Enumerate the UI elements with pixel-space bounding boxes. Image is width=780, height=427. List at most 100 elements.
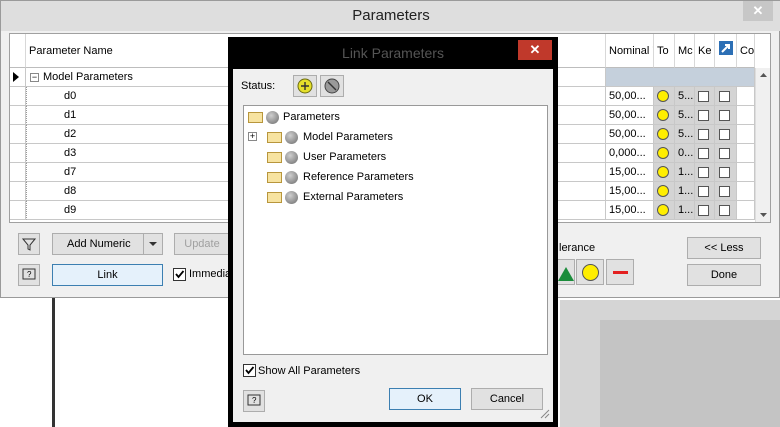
- nominal-value-cell[interactable]: 15,00...: [606, 163, 654, 182]
- column-header-key[interactable]: Ke: [695, 34, 715, 68]
- comment-cell[interactable]: [737, 125, 755, 144]
- key-cell[interactable]: [695, 201, 715, 220]
- parameters-close-button[interactable]: ✕: [743, 1, 773, 21]
- comment-cell[interactable]: [737, 144, 755, 163]
- column-header-tolerance[interactable]: To: [654, 34, 675, 68]
- comment-cell[interactable]: [737, 163, 755, 182]
- update-button[interactable]: Update: [174, 233, 230, 255]
- comment-cell[interactable]: [737, 201, 755, 220]
- help-button[interactable]: ?: [18, 264, 40, 286]
- tolerance-cell[interactable]: [654, 182, 675, 201]
- key-checkbox[interactable]: [698, 110, 709, 121]
- row-selector[interactable]: [10, 163, 26, 182]
- tolerance-lower-button[interactable]: [606, 259, 634, 285]
- collapse-icon[interactable]: −: [30, 73, 39, 82]
- less-button[interactable]: << Less: [687, 237, 761, 259]
- link-button[interactable]: Link: [52, 264, 163, 286]
- comment-cell[interactable]: [737, 182, 755, 201]
- export-checkbox[interactable]: [719, 148, 730, 159]
- export-cell[interactable]: [715, 125, 737, 144]
- nominal-value-cell[interactable]: 50,00...: [606, 87, 654, 106]
- export-checkbox[interactable]: [719, 110, 730, 121]
- key-cell[interactable]: [695, 125, 715, 144]
- filter-button[interactable]: [18, 233, 40, 255]
- comment-cell[interactable]: [737, 87, 755, 106]
- show-all-parameters-checkbox[interactable]: [243, 364, 256, 377]
- nominal-value-cell[interactable]: 0,000...: [606, 144, 654, 163]
- tolerance-cell[interactable]: [654, 144, 675, 163]
- folder-icon: [267, 172, 282, 183]
- export-checkbox[interactable]: [719, 167, 730, 178]
- nominal-value-cell[interactable]: 15,00...: [606, 182, 654, 201]
- expand-icon[interactable]: +: [248, 132, 257, 141]
- parameters-tree[interactable]: Parameters + Model Parameters User Param…: [243, 105, 548, 355]
- column-header-model-value[interactable]: Mc: [675, 34, 695, 68]
- row-selector[interactable]: [10, 201, 26, 220]
- key-checkbox[interactable]: [698, 167, 709, 178]
- scroll-down-icon[interactable]: [756, 210, 771, 220]
- cancel-button[interactable]: Cancel: [471, 388, 543, 410]
- export-cell[interactable]: [715, 201, 737, 220]
- export-checkbox[interactable]: [719, 205, 730, 216]
- chevron-down-icon[interactable]: [148, 241, 158, 249]
- key-cell[interactable]: [695, 163, 715, 182]
- done-button[interactable]: Done: [687, 264, 761, 286]
- export-cell[interactable]: [715, 106, 737, 125]
- tolerance-cell[interactable]: [654, 163, 675, 182]
- export-cell[interactable]: [715, 144, 737, 163]
- circle-nominal-icon: [657, 128, 669, 140]
- model-value-cell: 5...: [675, 87, 695, 106]
- grid-vertical-scrollbar[interactable]: [755, 68, 770, 222]
- key-cell[interactable]: [695, 106, 715, 125]
- key-cell[interactable]: [695, 144, 715, 163]
- nominal-value-cell[interactable]: 50,00...: [606, 106, 654, 125]
- resize-grip-icon[interactable]: [540, 409, 550, 419]
- key-checkbox[interactable]: [698, 205, 709, 216]
- link-dialog-close-button[interactable]: ✕: [518, 40, 552, 60]
- key-checkbox[interactable]: [698, 186, 709, 197]
- row-selector[interactable]: [10, 182, 26, 201]
- key-cell[interactable]: [695, 182, 715, 201]
- column-header-comment[interactable]: Co: [737, 34, 755, 68]
- tolerance-cell[interactable]: [654, 87, 675, 106]
- column-header-nominal[interactable]: Nominal ': [606, 34, 654, 68]
- status-unlink-button[interactable]: [320, 75, 344, 97]
- row-selector[interactable]: [10, 87, 26, 106]
- nominal-value-cell[interactable]: 15,00...: [606, 201, 654, 220]
- comment-cell[interactable]: [737, 106, 755, 125]
- parameters-titlebar[interactable]: Parameters: [1, 1, 780, 31]
- link-dialog-help-button[interactable]: ?: [243, 390, 265, 412]
- tree-node-label: Model Parameters: [303, 131, 393, 143]
- scroll-up-icon[interactable]: [756, 70, 771, 80]
- key-checkbox[interactable]: [698, 129, 709, 140]
- folder-icon: [267, 192, 282, 203]
- key-cell[interactable]: [695, 87, 715, 106]
- key-checkbox[interactable]: [698, 91, 709, 102]
- key-checkbox[interactable]: [698, 148, 709, 159]
- row-selector[interactable]: [10, 144, 26, 163]
- export-checkbox[interactable]: [719, 186, 730, 197]
- model-value-cell: 1...: [675, 182, 695, 201]
- export-cell[interactable]: [715, 87, 737, 106]
- tolerance-nominal-button[interactable]: [576, 259, 604, 285]
- unlinked-status-icon: [285, 191, 298, 204]
- tolerance-cell[interactable]: [654, 106, 675, 125]
- add-numeric-button[interactable]: Add Numeric: [52, 233, 163, 255]
- circle-nominal-icon: [657, 90, 669, 102]
- export-cell[interactable]: [715, 182, 737, 201]
- nominal-value-cell[interactable]: 50,00...: [606, 125, 654, 144]
- tree-node-label: Parameters: [283, 111, 340, 123]
- link-dialog-titlebar[interactable]: Link Parameters ✕: [228, 37, 558, 69]
- immediate-update-checkbox[interactable]: [173, 268, 186, 281]
- ok-button[interactable]: OK: [389, 388, 461, 410]
- export-checkbox[interactable]: [719, 91, 730, 102]
- row-selector[interactable]: [10, 106, 26, 125]
- tolerance-cell[interactable]: [654, 125, 675, 144]
- status-link-button[interactable]: [293, 75, 317, 97]
- tolerance-upper-button[interactable]: [557, 259, 575, 285]
- export-cell[interactable]: [715, 163, 737, 182]
- tolerance-cell[interactable]: [654, 201, 675, 220]
- column-header-export[interactable]: [715, 34, 737, 68]
- export-checkbox[interactable]: [719, 129, 730, 140]
- row-selector[interactable]: [10, 125, 26, 144]
